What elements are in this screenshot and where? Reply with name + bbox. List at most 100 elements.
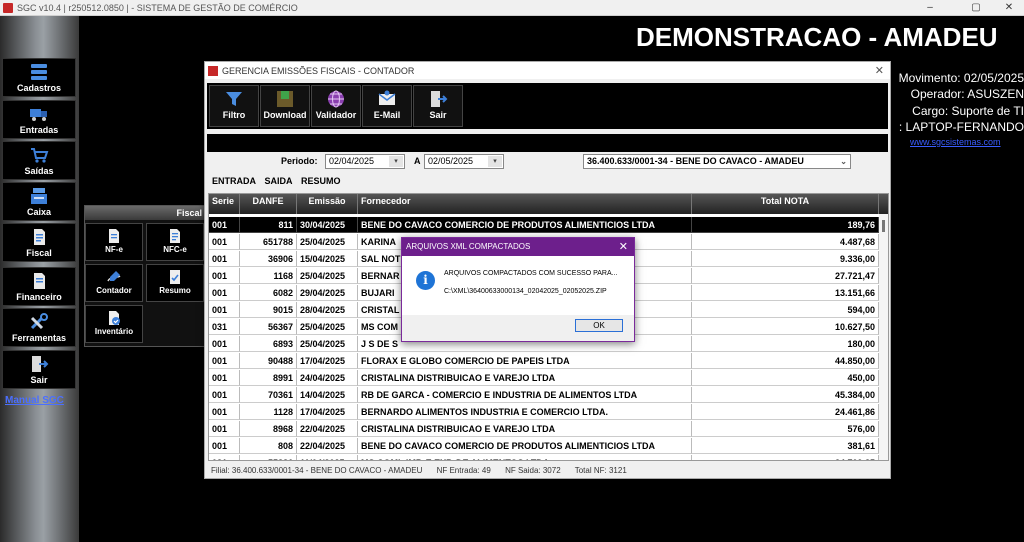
maximize-button[interactable]: ▢: [963, 0, 989, 15]
cell-serie: 001: [209, 268, 240, 284]
sidebar-item-label: Cadastros: [16, 83, 61, 93]
column-header-total[interactable]: Total NOTA: [692, 194, 879, 214]
status-total-nf: Total NF: 3121: [574, 466, 627, 475]
table-scrollbar[interactable]: [879, 214, 888, 460]
cell-danfe: 56367: [240, 319, 297, 335]
window-close-icon[interactable]: ✕: [875, 64, 884, 77]
cart-icon: [31, 148, 49, 163]
table-row[interactable]: 001 1128 17/04/2025 BERNARDO ALIMENTOS INDU…: [209, 404, 879, 420]
sidebar-item-financeiro[interactable]: Financeiro: [2, 267, 76, 306]
fiscal-nfce-button[interactable]: NFC-e: [146, 223, 204, 261]
cell-total: 24.461,86: [692, 404, 879, 420]
calendar-dropdown-icon[interactable]: ▾: [488, 156, 502, 167]
mail-icon: [378, 90, 396, 105]
table-row[interactable]: 001 90488 17/04/2025 FLORAX E GLOBO COMERCI…: [209, 353, 879, 369]
table-row[interactable]: 001 811 30/04/2025 BENE DO CAVACO COMERCIO …: [209, 217, 879, 233]
cell-danfe: 6893: [240, 336, 297, 352]
cell-total: 450,00: [692, 370, 879, 386]
cell-emissao: 25/04/2025: [297, 268, 358, 284]
download-button[interactable]: Download: [260, 85, 310, 127]
cell-serie: 001: [209, 387, 240, 403]
chevron-down-icon[interactable]: ⌄: [840, 155, 847, 168]
window-toolbar: Filtro Download Validador E-Mail Sair: [207, 83, 888, 129]
tab-resumo[interactable]: RESUMO: [301, 176, 341, 186]
cell-emissao: 11/04/2025: [297, 455, 358, 460]
cell-serie: 001: [209, 421, 240, 437]
dialog-titlebar: ARQUIVOS XML COMPACTADOS ✕: [402, 238, 634, 256]
cell-emissao: 30/04/2025: [297, 217, 358, 233]
xml-compressed-dialog: ARQUIVOS XML COMPACTADOS ✕ i ARQUIVOS CO…: [401, 237, 635, 342]
company-select[interactable]: 36.400.633/0001-34 - BENE DO CAVACO - AM…: [583, 154, 851, 169]
table-row[interactable]: 0315588611/04/2025MS COML IMP. E EXP. DE…: [209, 455, 879, 460]
status-nf-saida: NF Saida: 3072: [505, 466, 561, 475]
sidebar-item-sair[interactable]: Sair: [2, 350, 76, 389]
range-a-label: A: [414, 156, 421, 166]
validador-button[interactable]: Validador: [311, 85, 361, 127]
table-row[interactable]: 001 70361 14/04/2025 RB DE GARCA - COMERCIO…: [209, 387, 879, 403]
truck-icon: [30, 109, 47, 121]
date-from-value: 02/04/2025: [329, 156, 375, 166]
main-sidebar: Cadastros Entradas Saídas Caixa Fiscal F…: [0, 16, 79, 542]
tab-saida[interactable]: SAIDA: [265, 176, 293, 186]
cell-emissao: 14/04/2025: [297, 387, 358, 403]
cell-emissao: 24/04/2025: [297, 370, 358, 386]
sidebar-item-label: Ferramentas: [11, 333, 67, 343]
manual-sgc-link[interactable]: Manual SGC: [5, 395, 64, 406]
operator-role: Cargo: Suporte de TI: [912, 104, 1024, 118]
globe-icon: [328, 90, 344, 108]
fiscal-nfce-label: NFC-e: [163, 245, 187, 254]
filtro-button[interactable]: Filtro: [209, 85, 259, 127]
window-titlebar: GERENCIA EMISSÕES FISCAIS - CONTADOR ✕: [205, 62, 890, 79]
dialog-message: ARQUIVOS COMPACTADOS COM SUCESSO PARA...: [444, 270, 618, 277]
scrollbar-thumb[interactable]: [882, 220, 885, 232]
column-header-serie[interactable]: Serie: [209, 194, 240, 214]
ok-button[interactable]: OK: [575, 319, 623, 332]
calendar-dropdown-icon[interactable]: ▾: [389, 156, 403, 167]
sidebar-item-cadastros[interactable]: Cadastros: [2, 58, 76, 97]
cell-emissao: 25/04/2025: [297, 319, 358, 335]
table-row[interactable]: 001 8991 24/04/2025 CRISTALINA DISTRIBUICAO…: [209, 370, 879, 386]
window-sair-button[interactable]: Sair: [413, 85, 463, 127]
tab-entrada[interactable]: ENTRADA: [212, 176, 256, 186]
filtro-label: Filtro: [222, 110, 246, 120]
minimize-button[interactable]: –: [917, 0, 943, 15]
cell-total: 24.709,35: [692, 455, 879, 460]
cell-danfe: 90488: [240, 353, 297, 369]
dialog-close-icon[interactable]: ✕: [619, 238, 628, 256]
column-header-fornecedor[interactable]: Fornecedor: [358, 194, 692, 214]
date-to-field[interactable]: 02/05/2025 ▾: [424, 154, 504, 169]
cell-fornecedor: MS COML IMP. E EXP. DE ALIMENTOS LTDA: [358, 455, 692, 460]
email-button[interactable]: E-Mail: [362, 85, 412, 127]
sidebar-item-caixa[interactable]: Caixa: [2, 182, 76, 221]
nfce-icon: [170, 229, 180, 243]
cell-fornecedor: CRISTALINA DISTRIBUICAO E VAREJO LTDA: [358, 370, 692, 386]
sidebar-item-ferramentas[interactable]: Ferramentas: [2, 308, 76, 347]
fiscal-resumo-button[interactable]: Resumo: [146, 264, 204, 302]
website-link[interactable]: www.sgcsistemas.com: [910, 137, 1001, 147]
column-header-emissao[interactable]: Emissão: [297, 194, 358, 214]
app-icon: [3, 2, 13, 13]
exit-icon: [32, 356, 49, 372]
sidebar-item-fiscal[interactable]: Fiscal: [2, 223, 76, 262]
sidebar-item-entradas[interactable]: Entradas: [2, 100, 76, 139]
sidebar-item-label: Fiscal: [26, 248, 52, 258]
cell-fornecedor: CRISTALINA DISTRIBUICAO E VAREJO LTDA: [358, 421, 692, 437]
fiscal-inventario-button[interactable]: Inventário: [85, 305, 143, 343]
close-button[interactable]: ✕: [996, 0, 1022, 15]
inventory-icon: [109, 311, 120, 325]
document-icon: [34, 273, 45, 289]
table-row[interactable]: 001 8968 22/04/2025 CRISTALINA DISTRIBUICAO…: [209, 421, 879, 437]
cell-danfe: 651788: [240, 234, 297, 250]
sidebar-item-saidas[interactable]: Saídas: [2, 141, 76, 180]
cell-emissao: 29/04/2025: [297, 285, 358, 301]
fiscal-submenu: Fiscal NF-e NFC-e Contador Resumo Invent…: [84, 205, 207, 347]
cell-serie: 001: [209, 302, 240, 318]
column-header-danfe[interactable]: DANFE: [240, 194, 297, 214]
date-from-field[interactable]: 02/04/2025 ▾: [325, 154, 405, 169]
dialog-title: ARQUIVOS XML COMPACTADOS: [406, 242, 531, 251]
download-icon: [277, 91, 293, 107]
fiscal-contador-button[interactable]: Contador: [85, 264, 143, 302]
table-row[interactable]: 001 808 22/04/2025 BENE DO CAVACO COMERCIO …: [209, 438, 879, 454]
fiscal-nfe-button[interactable]: NF-e: [85, 223, 143, 261]
dialog-file-path: C:\XML\36400633000134_02042025_02052025.…: [444, 288, 607, 295]
